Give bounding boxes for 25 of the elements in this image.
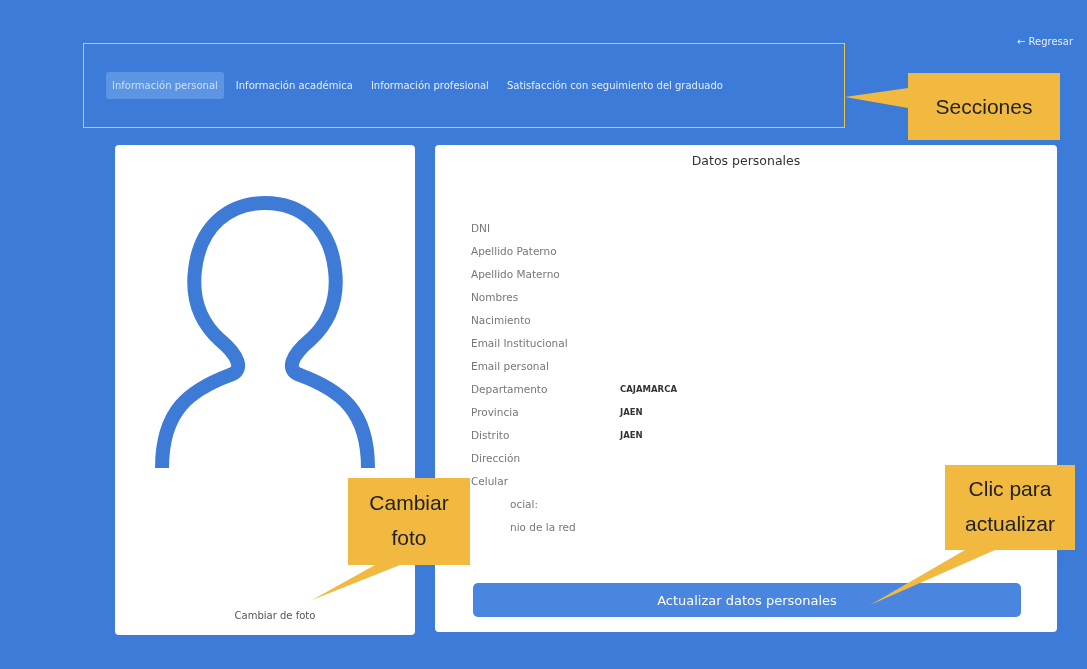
field-label: Nombres [471, 290, 520, 303]
section-tab[interactable]: Información académica [229, 72, 359, 99]
field-label: Email Institucional [471, 336, 569, 349]
field-label: Email personal [471, 359, 550, 372]
section-tab[interactable]: Información personal [106, 72, 224, 99]
field-label: Apellido Materno [471, 267, 561, 280]
field-label: Apellido Paterno [471, 244, 558, 257]
field-value: CAJAMARCA [620, 383, 677, 394]
card-title: Datos personales [690, 152, 802, 168]
field-label: nio de la red [509, 520, 577, 533]
field-label: Celular [471, 474, 510, 487]
change-photo-link[interactable]: Cambiar de foto [234, 610, 316, 621]
field-value: JAEN [620, 406, 643, 417]
field-label: Provincia [471, 405, 520, 418]
field-label: Distrito [471, 428, 511, 441]
field-value: JAEN [620, 429, 643, 440]
section-tab[interactable]: Información profesional [364, 72, 495, 99]
field-label: DNI [471, 221, 492, 234]
section-tab[interactable]: Satisfacción con seguimiento del graduado [500, 72, 729, 99]
update-button[interactable]: Actualizar datos personales [473, 583, 1021, 617]
field-label: Nacimiento [471, 313, 532, 326]
field-label: Departamento [471, 382, 549, 395]
back-link[interactable]: ← Regresar [1016, 36, 1073, 47]
field-label: Dirección [471, 451, 522, 464]
field-label: ocial: [509, 497, 539, 510]
